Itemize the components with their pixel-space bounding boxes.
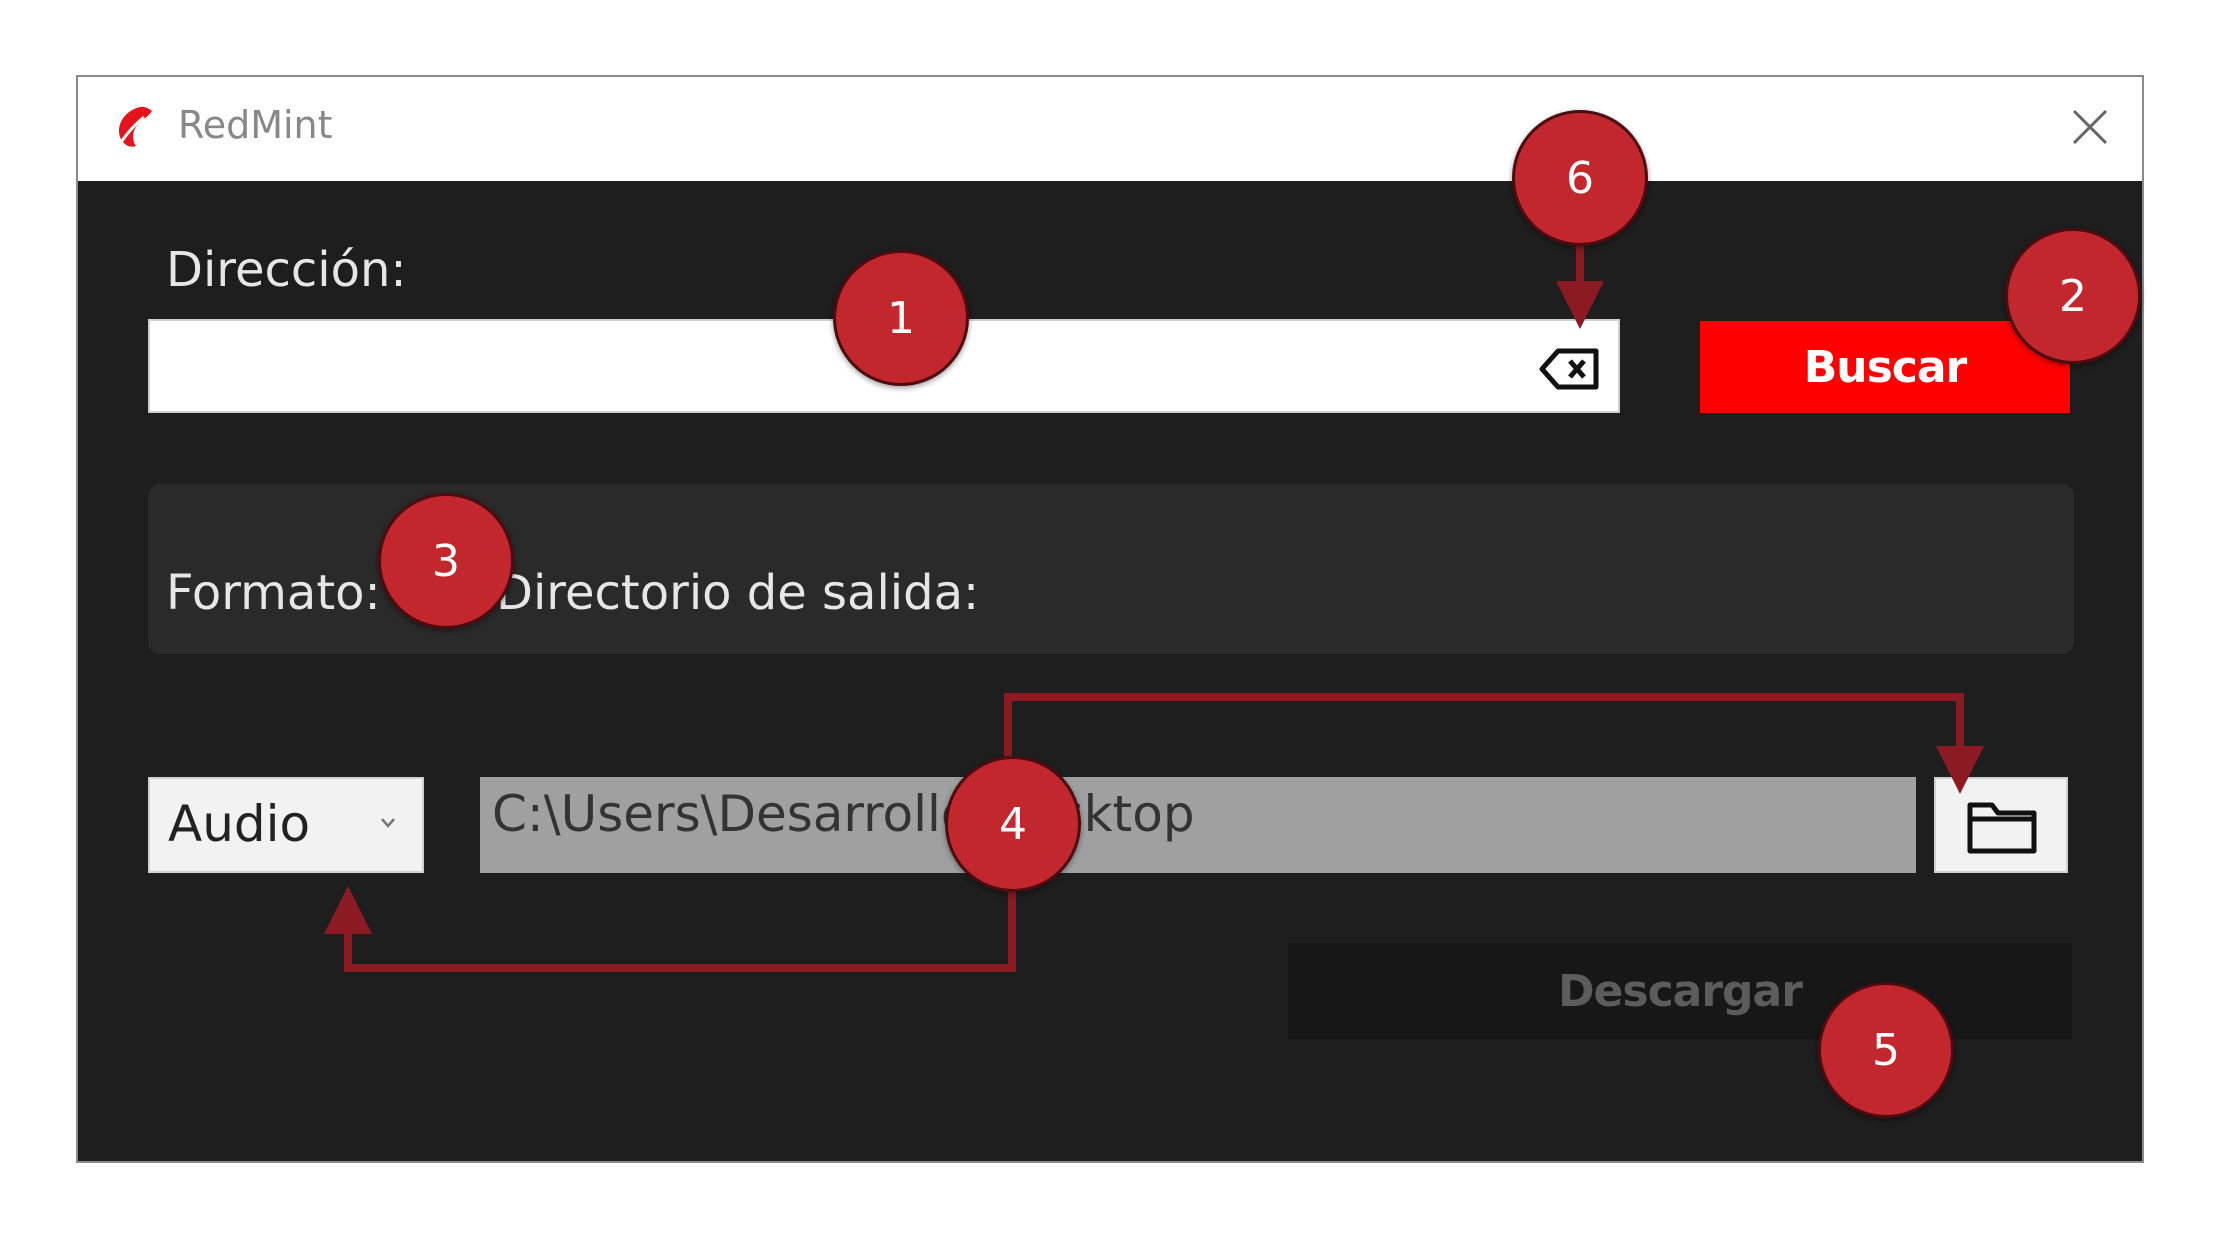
output-path-field[interactable]: C:\Users\Desarrollo\Desktop <box>480 777 1916 873</box>
search-button[interactable]: Buscar <box>1700 321 2070 413</box>
annotation-badge-1: 1 <box>833 250 969 386</box>
format-select[interactable]: Audio <box>148 777 424 873</box>
annotation-badge-4: 4 <box>945 756 1081 892</box>
url-label: Dirección: <box>166 242 407 298</box>
annotation-badge-6: 6 <box>1512 110 1648 246</box>
backspace-clear-icon[interactable] <box>1538 345 1602 393</box>
close-icon[interactable] <box>2058 95 2122 159</box>
format-label: Formato: <box>166 565 381 621</box>
folder-icon <box>1967 802 2037 854</box>
annotation-badge-2: 2 <box>2005 228 2141 364</box>
redmint-logo-icon <box>116 106 152 148</box>
chevron-down-icon <box>381 818 395 828</box>
browse-folder-button[interactable] <box>1934 777 2068 873</box>
annotation-badge-5: 5 <box>1818 982 1954 1118</box>
window-title: RedMint <box>178 103 333 147</box>
annotation-badge-3: 3 <box>378 493 514 629</box>
output-dir-label: Directorio de salida: <box>496 565 980 621</box>
download-button[interactable]: Descargar <box>1288 943 2072 1039</box>
app-window: RedMint Dirección: Buscar Formato: Audio… <box>76 75 2144 1163</box>
format-selected-value: Audio <box>168 795 311 853</box>
title-bar: RedMint <box>78 77 2142 181</box>
